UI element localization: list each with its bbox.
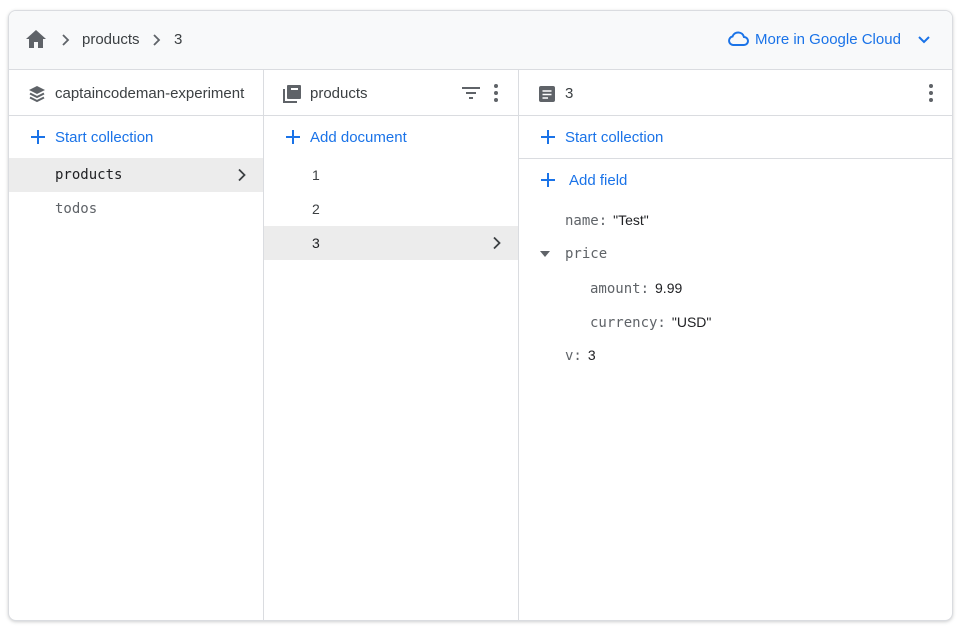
start-collection-label: Start collection (55, 129, 154, 146)
plus-icon (31, 130, 45, 144)
field-key: currency: (590, 315, 666, 331)
project-column-header: captaincodeman-experiment (9, 70, 263, 116)
add-field-button[interactable]: Add field (519, 159, 952, 201)
collection-column-header: products (264, 70, 518, 116)
collection-item-label: products (55, 167, 123, 183)
document-item-label: 2 (312, 201, 320, 217)
field-price[interactable]: price (565, 246, 607, 280)
field-value: "USD" (671, 314, 712, 330)
plus-icon (286, 130, 300, 144)
field-name[interactable]: name: "Test" (565, 212, 649, 246)
collection-item-products[interactable]: products (9, 158, 263, 192)
field-key: amount: (590, 281, 650, 297)
field-price-currency[interactable]: currency: "USD" (590, 314, 711, 348)
more-vert-icon[interactable] (928, 83, 934, 103)
chevron-right-icon (493, 236, 501, 250)
add-field-label: Add field (569, 172, 628, 189)
document-item-label: 1 (312, 167, 320, 183)
home-icon[interactable] (25, 29, 47, 49)
project-column: captaincodeman-experiment Start collecti… (9, 70, 264, 620)
field-value: 9.99 (655, 280, 683, 296)
document-item-2[interactable]: 2 (264, 192, 518, 226)
document-title: 3 (565, 85, 574, 102)
project-title: captaincodeman-experiment (55, 85, 245, 102)
document-column-header: 3 (519, 70, 952, 116)
more-in-google-cloud-link[interactable]: More in Google Cloud (755, 31, 901, 49)
add-document-button[interactable]: Add document (264, 116, 518, 158)
field-v[interactable]: v: 3 (565, 347, 596, 381)
document-icon (539, 86, 555, 102)
breadcrumb-bar: products 3 More in Google Cloud (9, 11, 952, 70)
start-collection-label: Start collection (565, 129, 664, 146)
field-key: v: (565, 348, 582, 364)
chevron-down-icon[interactable] (917, 35, 931, 45)
filter-icon[interactable] (461, 86, 481, 100)
field-key: name: (565, 213, 608, 229)
collection-item-todos[interactable]: todos (9, 192, 263, 226)
document-item-label: 3 (312, 235, 320, 251)
field-price-amount[interactable]: amount: 9.99 (590, 280, 682, 314)
plus-icon (541, 130, 555, 144)
breadcrumb-item-document[interactable]: 3 (174, 31, 182, 49)
firestore-data-panel: products 3 More in Google Cloud captainc… (8, 10, 953, 621)
field-value: "Test" (613, 212, 649, 228)
add-document-label: Add document (310, 129, 407, 146)
cloud-icon[interactable] (727, 30, 749, 48)
chevron-right-icon (238, 168, 246, 182)
caret-down-icon[interactable] (539, 250, 551, 258)
start-subcollection-button[interactable]: Start collection (519, 116, 952, 158)
document-item-3[interactable]: 3 (264, 226, 518, 260)
more-vert-icon[interactable] (493, 83, 499, 103)
breadcrumb-item-products[interactable]: products (82, 31, 140, 49)
document-column: 3 Start collection Add field name: "Test" (519, 70, 952, 620)
plus-icon (541, 173, 555, 187)
chevron-right-icon (153, 34, 161, 46)
field-key: price (565, 246, 608, 262)
document-item-1[interactable]: 1 (264, 158, 518, 192)
start-collection-button[interactable]: Start collection (9, 116, 263, 158)
layers-icon (29, 86, 45, 103)
collection-item-label: todos (55, 201, 98, 217)
collection-icon (283, 85, 301, 103)
chevron-right-icon (62, 34, 70, 46)
collection-title: products (310, 85, 368, 102)
collection-column: products Add document 1 2 3 (264, 70, 519, 620)
field-value: 3 (587, 347, 596, 363)
